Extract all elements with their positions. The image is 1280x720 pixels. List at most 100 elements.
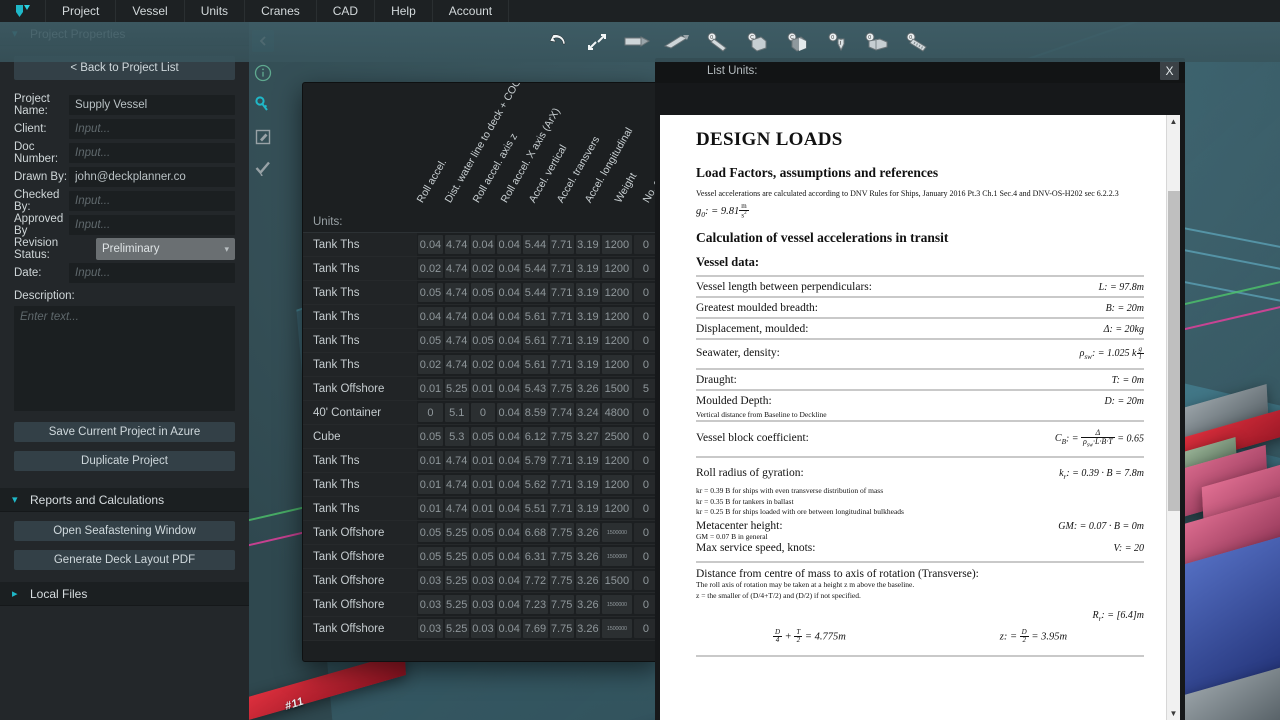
table-row[interactable]: Tank Offshore 0.03 5.25 0.03 0.04 7.72 7.75 3.2… (303, 569, 659, 593)
save-project-azure-button[interactable]: Save Current Project in Azure (14, 422, 235, 442)
menu-item-project[interactable]: Project (46, 0, 117, 22)
table-cell[interactable]: 4.74 (444, 475, 469, 494)
table-cell[interactable]: 0.02 (418, 355, 443, 374)
table-cell[interactable]: 3.19 (575, 259, 600, 278)
table-cell[interactable]: 7.75 (549, 523, 574, 542)
info-circle-icon[interactable] (252, 62, 274, 84)
table-cell[interactable]: 7.75 (549, 619, 574, 638)
table-cell[interactable]: 0.01 (470, 475, 496, 494)
cube-section-icon[interactable]: C (780, 26, 814, 58)
table-row[interactable]: Tank Ths 0.01 4.74 0.01 0.04 5.62 7.71 3.19 1200… (303, 473, 659, 497)
table-cell[interactable]: 3.26 (575, 619, 600, 638)
table-cell[interactable]: 3.27 (575, 427, 600, 446)
measure-ruler-icon[interactable]: 0 (700, 26, 734, 58)
table-cell[interactable]: 3.19 (575, 355, 600, 374)
table-cell[interactable]: 3.26 (575, 595, 600, 614)
revision-status-select[interactable]: Preliminary ▾ (96, 238, 235, 260)
menu-item-units[interactable]: Units (185, 0, 246, 22)
table-cell[interactable]: 1200 (602, 307, 632, 326)
table-cell[interactable]: 0.04 (497, 451, 522, 470)
table-cell[interactable]: 0 (418, 403, 443, 422)
table-cell[interactable]: 0.04 (497, 331, 522, 350)
table-row[interactable]: Tank Ths 0.04 4.74 0.04 0.04 5.61 7.71 3.19 1200… (303, 305, 659, 329)
column-header[interactable]: Weight (613, 171, 640, 205)
table-cell[interactable]: 1500000 (602, 547, 632, 566)
table-cell[interactable]: 7.71 (549, 259, 574, 278)
table-cell[interactable]: 0.05 (470, 283, 496, 302)
table-cell[interactable]: 0.03 (470, 571, 496, 590)
table-cell[interactable]: 0.04 (497, 307, 522, 326)
table-cell[interactable]: 3.19 (575, 451, 600, 470)
doc-number-input[interactable] (69, 143, 235, 163)
table-row[interactable]: Tank Offshore 0.05 5.25 0.05 0.04 6.31 7.75 3.2… (303, 545, 659, 569)
box-dimension-icon[interactable]: 0 (860, 26, 894, 58)
sidebar-section-reports-calculations[interactable]: ▾ Reports and Calculations (0, 488, 249, 512)
table-row[interactable]: Tank Ths 0.02 4.74 0.02 0.04 5.44 7.71 3.19 1200… (303, 257, 659, 281)
table-cell[interactable]: 0.01 (418, 451, 443, 470)
table-cell[interactable]: 6.68 (523, 523, 548, 542)
menu-item-cranes[interactable]: Cranes (245, 0, 317, 22)
table-cell[interactable]: 3.19 (575, 499, 600, 518)
table-cell[interactable]: 3.19 (575, 283, 600, 302)
table-cell[interactable]: 1200 (602, 259, 632, 278)
menu-item-cad[interactable]: CAD (317, 0, 376, 22)
description-textarea[interactable] (14, 306, 235, 411)
table-cell[interactable]: 3.19 (575, 331, 600, 350)
table-cell[interactable]: 0.03 (470, 619, 496, 638)
open-seafastening-window-button[interactable]: Open Seafastening Window (14, 521, 235, 541)
table-cell[interactable]: 0.04 (497, 571, 522, 590)
table-cell[interactable]: 0.02 (418, 259, 443, 278)
table-cell[interactable]: 1200 (602, 331, 632, 350)
table-row[interactable]: Tank Ths 0.01 4.74 0.01 0.04 5.79 7.71 3.19 1200… (303, 449, 659, 473)
table-row[interactable]: Tank Ths 0.04 4.74 0.04 0.04 5.44 7.71 3.19 1200… (303, 233, 659, 257)
document-scrollbar[interactable]: ▲ ▼ (1166, 115, 1180, 720)
table-cell[interactable]: 3.19 (575, 307, 600, 326)
table-cell[interactable]: 4.74 (444, 451, 469, 470)
table-cell[interactable]: 0.05 (470, 547, 496, 566)
table-cell[interactable]: 0.04 (470, 235, 496, 254)
table-cell[interactable]: 3.26 (575, 523, 600, 542)
approved-by-input[interactable] (69, 215, 235, 235)
table-cell[interactable]: 0.04 (470, 307, 496, 326)
checked-by-input[interactable] (69, 191, 235, 211)
table-cell[interactable]: 0.04 (497, 403, 522, 422)
deck-side-view-icon[interactable] (620, 26, 654, 58)
table-cell[interactable]: 0.05 (470, 331, 496, 350)
table-cell[interactable]: 5.79 (523, 451, 548, 470)
table-row[interactable]: Tank Offshore 0.01 5.25 0.01 0.04 5.43 7.75 3.2… (303, 377, 659, 401)
table-cell[interactable]: 7.71 (549, 475, 574, 494)
table-cell[interactable]: 7.71 (549, 355, 574, 374)
table-cell[interactable]: 0.04 (497, 475, 522, 494)
table-cell[interactable]: 0.04 (497, 499, 522, 518)
table-cell[interactable]: 0.01 (418, 379, 443, 398)
table-cell[interactable]: 0.05 (470, 523, 496, 542)
expand-arrows-icon[interactable] (580, 26, 614, 58)
project-name-input[interactable] (69, 95, 235, 115)
table-cell[interactable]: 5.44 (523, 259, 548, 278)
table-row[interactable]: Tank Ths 0.02 4.74 0.02 0.04 5.61 7.71 3.19 1200… (303, 353, 659, 377)
table-cell[interactable]: 0.05 (418, 283, 443, 302)
menu-item-account[interactable]: Account (433, 0, 510, 22)
cube-solid-icon[interactable]: C (740, 26, 774, 58)
table-row[interactable]: Tank Offshore 0.05 5.25 0.05 0.04 6.68 7.75 3.2… (303, 521, 659, 545)
table-cell[interactable]: 0.03 (470, 595, 496, 614)
table-cell[interactable]: 5.25 (444, 619, 469, 638)
table-cell[interactable]: 0.05 (418, 331, 443, 350)
table-cell[interactable]: 1200 (602, 475, 632, 494)
table-cell[interactable]: 0.02 (470, 259, 496, 278)
table-cell[interactable]: 0.02 (470, 355, 496, 374)
table-row[interactable]: Tank Offshore 0.03 5.25 0.03 0.04 7.23 7.75 3.2… (303, 593, 659, 617)
table-cell[interactable]: 4.74 (444, 355, 469, 374)
table-cell[interactable]: 0.05 (418, 523, 443, 542)
table-cell[interactable]: 0.01 (418, 499, 443, 518)
table-cell[interactable]: 0.04 (497, 283, 522, 302)
table-cell[interactable]: 0.04 (497, 379, 522, 398)
table-cell[interactable]: 5.51 (523, 499, 548, 518)
table-cell[interactable]: 3.19 (575, 235, 600, 254)
table-cell[interactable]: 1200 (602, 499, 632, 518)
app-logo[interactable] (0, 0, 46, 22)
table-cell[interactable]: 7.71 (549, 451, 574, 470)
info-marker-icon[interactable]: 0i (820, 26, 854, 58)
table-cell[interactable]: 7.75 (549, 427, 574, 446)
scrollbar-thumb[interactable] (1168, 191, 1180, 511)
